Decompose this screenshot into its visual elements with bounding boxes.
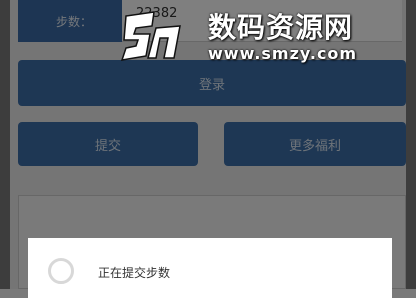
progress-message: 正在提交步数 bbox=[98, 266, 171, 280]
watermark: 数码资源网 www.smzy.com bbox=[120, 2, 416, 68]
smzy-logo-icon bbox=[120, 11, 181, 61]
watermark-url: www.smzy.com bbox=[208, 44, 358, 63]
watermark-title: 数码资源网 bbox=[208, 11, 354, 44]
progress-dialog: 正在提交步数 bbox=[28, 238, 392, 298]
loading-spinner-icon bbox=[48, 258, 74, 284]
